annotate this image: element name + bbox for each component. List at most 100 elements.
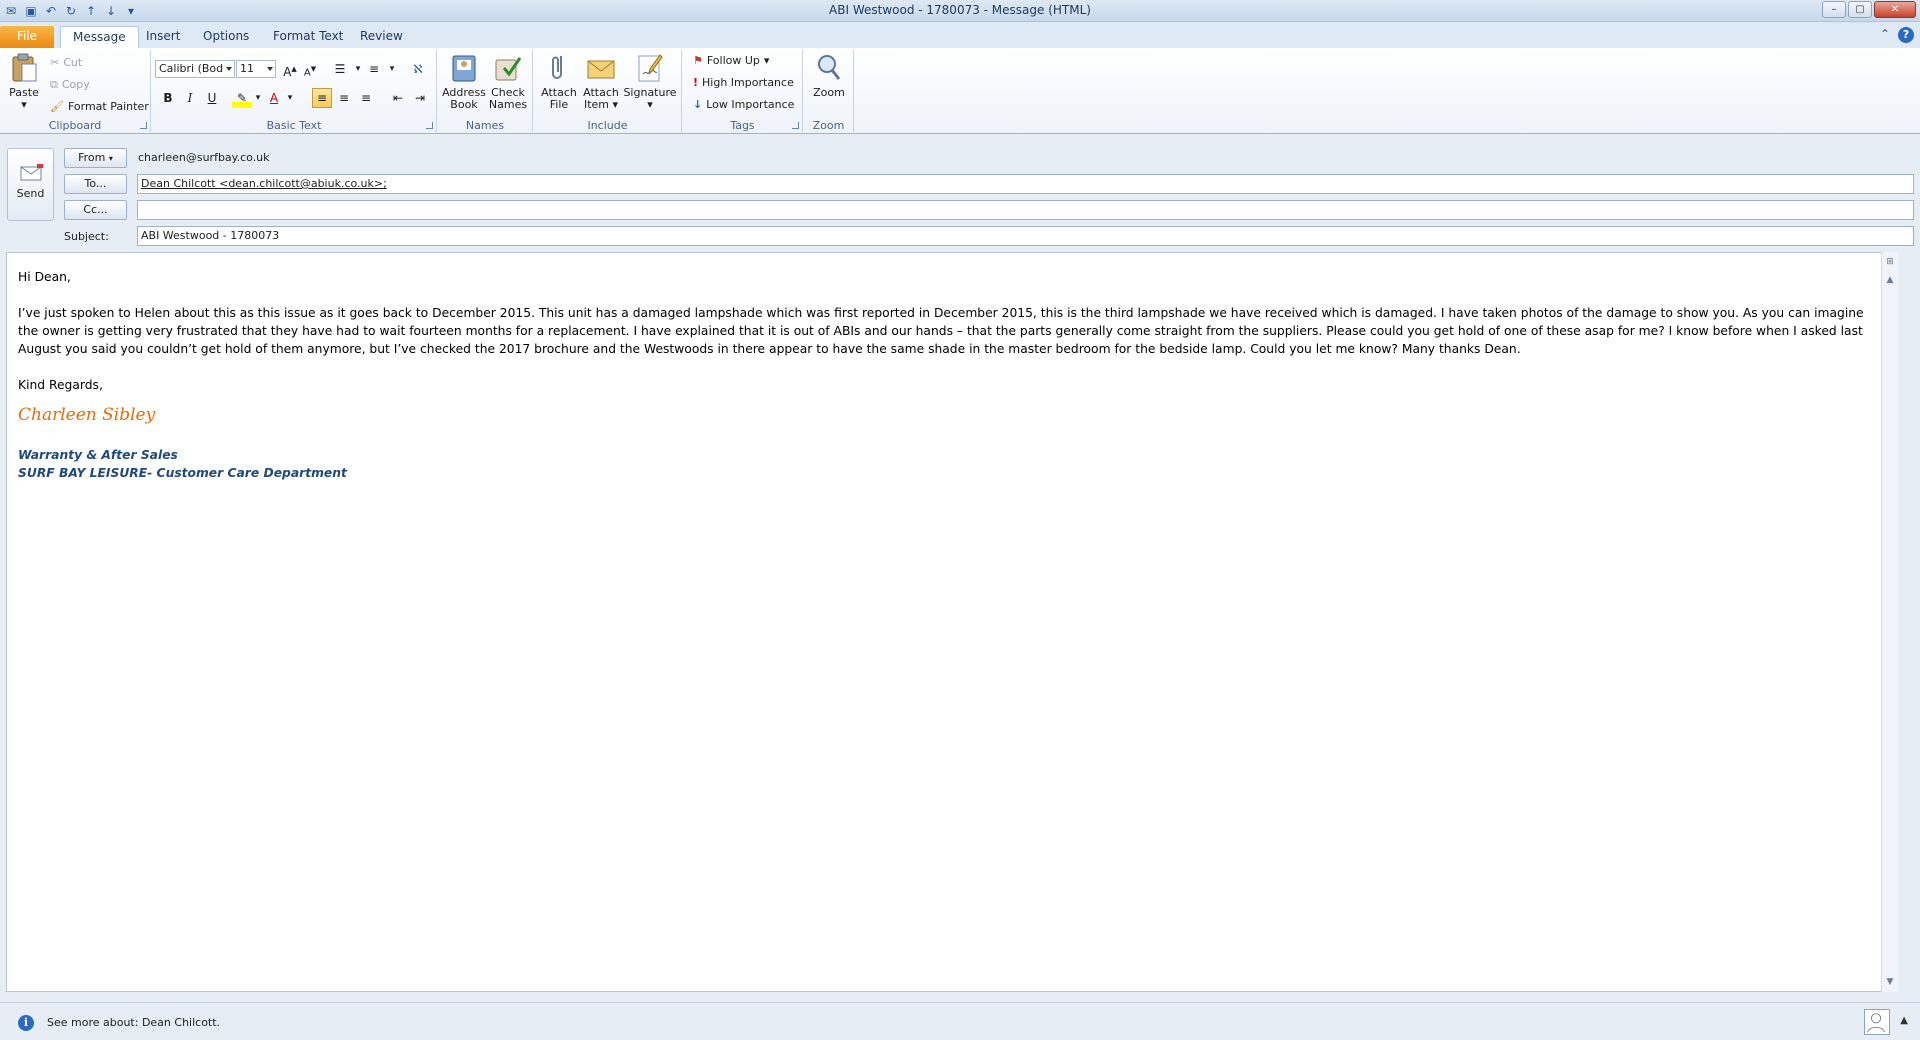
follow-up-button[interactable]: ⚑ Follow Up ▾ xyxy=(693,52,769,70)
font-name-combo[interactable]: Calibri (Bod xyxy=(155,60,235,78)
ribbon: Paste ▾ ✂ Cut ⧉ Copy 🖌 Format Painter Cl… xyxy=(0,48,1920,134)
tags-group: ⚑ Follow Up ▾ ! High Importance ↓ Low Im… xyxy=(683,50,803,132)
from-value: charleen@surfbay.co.uk xyxy=(138,151,270,164)
basic-text-dialog-launcher[interactable] xyxy=(426,122,433,129)
to-field[interactable]: Dean Chilcott <dean.chilcott@abiuk.co.uk… xyxy=(137,174,1914,194)
tab-message[interactable]: Message xyxy=(60,26,139,48)
align-left-button[interactable]: ≡ xyxy=(312,88,332,108)
zoom-group: Zoom Zoom xyxy=(804,50,854,132)
attach-item-button[interactable]: Attach Item ▾ xyxy=(580,52,622,111)
underline-button[interactable]: U xyxy=(202,88,222,108)
see-more-about-text[interactable]: See more about: Dean Chilcott. xyxy=(47,1016,220,1029)
info-icon: i xyxy=(18,1015,34,1031)
paste-dropdown-icon[interactable]: ▾ xyxy=(21,98,27,111)
copy-button[interactable]: ⧉ Copy xyxy=(50,76,90,94)
basic-text-group: Calibri (Bod 11 A▲ A▼ ☰ ▾ ≡ ▾ ℵ B I U ✎ … xyxy=(152,50,437,132)
signature-name: Charleen Sibley xyxy=(18,405,156,425)
maximize-button[interactable]: ▢ xyxy=(1848,1,1872,18)
person-silhouette-icon xyxy=(1867,1013,1885,1033)
align-center-button[interactable]: ≡ xyxy=(334,88,354,108)
font-color-dropdown-icon[interactable]: ▾ xyxy=(280,88,300,108)
align-right-button[interactable]: ≡ xyxy=(356,88,376,108)
send-envelope-icon xyxy=(20,164,43,181)
exclamation-icon: ! xyxy=(693,76,699,89)
cut-label: Cut xyxy=(63,56,83,69)
tab-file[interactable]: File xyxy=(0,26,54,48)
subject-label: Subject: xyxy=(64,230,109,243)
clipboard-dialog-launcher[interactable] xyxy=(140,122,147,129)
message-body[interactable]: Hi Dean, I’ve just spoken to Helen about… xyxy=(6,252,1896,992)
send-label: Send xyxy=(16,187,45,200)
numbering-dropdown-icon[interactable]: ▾ xyxy=(382,59,402,79)
increase-indent-button[interactable]: ⇥ xyxy=(410,88,430,108)
to-recipient[interactable]: Dean Chilcott <dean.chilcott@abiuk.co.uk… xyxy=(141,177,387,190)
numbering-button[interactable]: ≡ xyxy=(364,59,384,79)
chevron-down-icon: ▾ xyxy=(612,98,619,111)
chevron-down-icon xyxy=(226,67,232,71)
minimize-button[interactable]: – xyxy=(1822,1,1846,18)
font-size-value: 11 xyxy=(240,62,254,75)
tab-insert[interactable]: Insert xyxy=(134,26,192,48)
cut-button[interactable]: ✂ Cut xyxy=(50,54,82,72)
tab-review[interactable]: Review xyxy=(348,26,415,48)
clipboard-group-label: Clipboard xyxy=(48,119,102,132)
shrink-font-button[interactable]: A▼ xyxy=(300,59,320,79)
grow-font-button[interactable]: A▲ xyxy=(280,59,300,79)
tab-options[interactable]: Options xyxy=(191,26,261,48)
high-importance-label: High Importance xyxy=(702,76,794,89)
minimize-ribbon-icon[interactable]: ⌃ xyxy=(1880,27,1890,43)
tab-format-text[interactable]: Format Text xyxy=(261,26,355,48)
bullets-button[interactable]: ☰ xyxy=(330,59,350,79)
vertical-scrollbar[interactable]: ⊞ ▲ ▼ xyxy=(1881,252,1898,992)
bold-button[interactable]: B xyxy=(158,88,178,108)
copy-icon: ⧉ xyxy=(50,78,58,91)
window-controls: – ▢ ✕ xyxy=(1822,1,1916,18)
paste-icon xyxy=(12,53,37,82)
address-book-button[interactable]: Address Book xyxy=(442,52,486,111)
address-book-label-2: Book xyxy=(450,98,478,111)
check-names-label-2: Names xyxy=(488,98,528,111)
help-icon[interactable]: ? xyxy=(1898,27,1914,43)
chevron-down-icon xyxy=(267,67,273,71)
chevron-down-icon: ▾ xyxy=(108,154,113,163)
scroll-down-icon[interactable]: ▼ xyxy=(1882,974,1898,990)
cc-field[interactable] xyxy=(137,200,1914,220)
scroll-up-icon[interactable]: ▲ xyxy=(1882,272,1898,288)
paste-button[interactable]: Paste ▾ xyxy=(6,52,42,111)
italic-button[interactable]: I xyxy=(180,88,200,108)
from-button[interactable]: From ▾ xyxy=(64,148,127,168)
font-name-value: Calibri (Bod xyxy=(159,62,224,75)
chevron-down-icon: ▾ xyxy=(763,54,770,67)
ruler-toggle-icon[interactable]: ⊞ xyxy=(1882,254,1898,270)
signature-button[interactable]: Signature ▾ xyxy=(622,52,678,111)
tags-dialog-launcher[interactable] xyxy=(792,122,799,129)
basic-text-group-label: Basic Text xyxy=(266,119,322,132)
format-painter-button[interactable]: 🖌 Format Painter xyxy=(50,98,149,116)
send-button[interactable]: Send xyxy=(7,148,54,221)
attach-file-button[interactable]: Attach File xyxy=(538,52,580,111)
tags-group-label: Tags xyxy=(730,119,755,132)
include-group: Attach File Attach Item ▾ Signature ▾ In… xyxy=(534,50,682,132)
chevron-up-icon[interactable]: ▲ xyxy=(1900,1015,1908,1026)
names-group: Address Book Check Names Names xyxy=(438,50,533,132)
check-names-button[interactable]: Check Names xyxy=(486,52,530,111)
zoom-button[interactable]: Zoom xyxy=(808,52,850,99)
down-arrow-icon: ↓ xyxy=(693,98,703,111)
high-importance-button[interactable]: ! High Importance xyxy=(693,74,794,92)
styles-icon[interactable]: ℵ xyxy=(408,59,428,79)
include-group-label: Include xyxy=(587,119,628,132)
copy-label: Copy xyxy=(61,78,90,91)
font-size-combo[interactable]: 11 xyxy=(236,60,276,78)
close-button[interactable]: ✕ xyxy=(1874,1,1916,18)
to-button[interactable]: To... xyxy=(64,174,127,194)
subject-field[interactable]: ABI Westwood - 1780073 xyxy=(137,226,1914,246)
decrease-indent-button[interactable]: ⇤ xyxy=(388,88,408,108)
attach-item-label-2: Item xyxy=(583,98,609,111)
scissors-icon: ✂ xyxy=(50,56,60,69)
ribbon-tabs: File Message Insert Options Format Text … xyxy=(0,22,1920,48)
cc-button[interactable]: Cc... xyxy=(64,200,127,220)
magnifier-icon xyxy=(818,55,841,80)
low-importance-button[interactable]: ↓ Low Importance xyxy=(693,96,794,114)
person-avatar-icon[interactable] xyxy=(1864,1009,1890,1035)
paintbrush-icon: 🖌 xyxy=(50,100,64,113)
